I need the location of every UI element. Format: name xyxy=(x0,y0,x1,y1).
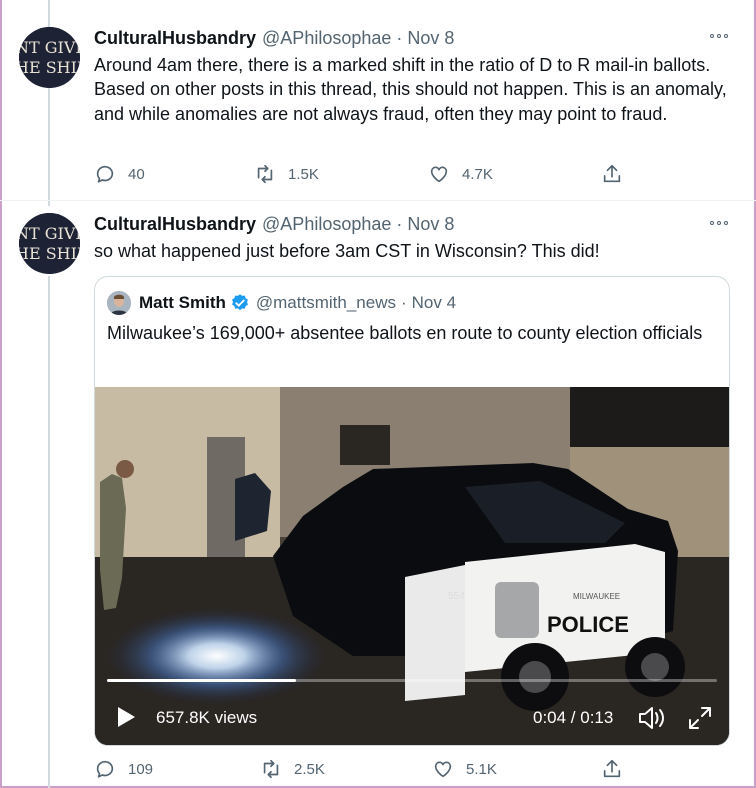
retweet-icon xyxy=(263,759,279,779)
tweet[interactable]: NT GIVE HE SHIP CulturalHusbandry @APhil… xyxy=(0,200,756,788)
like-button[interactable]: 5.1K xyxy=(432,758,497,780)
video-frame: POLICE MILWAUKEE 554 xyxy=(95,387,729,745)
tweet[interactable]: NT GIVE HE SHIP CulturalHusbandry @APhil… xyxy=(0,0,756,200)
avatar-text-line: HE SHIP xyxy=(19,58,80,77)
tweet-date[interactable]: Nov 4 xyxy=(412,293,456,313)
heart-icon xyxy=(434,761,452,778)
quoted-tweet-text: Milwaukee’s 169,000+ absentee ballots en… xyxy=(107,323,703,343)
avatar-text-line: HE SHIP xyxy=(19,244,80,263)
avatar[interactable]: NT GIVE HE SHIP xyxy=(19,27,80,88)
avatar-text-line: NT GIVE xyxy=(19,38,80,57)
display-name[interactable]: Matt Smith xyxy=(139,293,226,313)
quoted-tweet[interactable]: Matt Smith @mattsmith_news · Nov 4 Milwa… xyxy=(94,276,730,746)
tweet-text: Around 4am there, there is a marked shif… xyxy=(94,55,727,124)
retweet-button[interactable]: 1.5K xyxy=(254,163,319,185)
username-handle[interactable]: @APhilosophae xyxy=(262,28,391,49)
reply-icon xyxy=(96,165,114,183)
quoted-tweet-header: Matt Smith @mattsmith_news · Nov 4 xyxy=(107,290,456,316)
view-count: 657.8K views xyxy=(156,708,258,727)
tweet-text: so what happened just before 3am CST in … xyxy=(94,241,600,261)
fullscreen-icon[interactable] xyxy=(687,705,713,731)
video-controls: 657.8K views 0:04 / 0:13 xyxy=(95,697,729,737)
heart-icon xyxy=(430,166,448,183)
retweet-count: 2.5K xyxy=(294,760,325,778)
video-time: 0:04 / 0:13 xyxy=(533,708,614,727)
username-handle[interactable]: @APhilosophae xyxy=(262,214,391,235)
retweet-button[interactable]: 2.5K xyxy=(260,758,325,780)
retweet-count: 1.5K xyxy=(288,165,319,183)
play-icon[interactable] xyxy=(115,705,137,729)
police-car-city: MILWAUKEE xyxy=(573,592,620,601)
separator-dot: · xyxy=(400,293,407,312)
more-options-icon[interactable] xyxy=(708,28,730,44)
reply-button[interactable]: 109 xyxy=(94,758,153,780)
share-button[interactable] xyxy=(601,163,623,185)
video-player[interactable]: POLICE MILWAUKEE 554 657.8K views 0:04 /… xyxy=(95,387,729,745)
volume-icon[interactable] xyxy=(637,704,667,732)
video-progress-bar[interactable] xyxy=(107,679,717,682)
reply-button[interactable]: 40 xyxy=(94,163,145,185)
like-button[interactable]: 4.7K xyxy=(428,163,493,185)
video-progress-fill xyxy=(107,679,297,682)
verified-badge-icon xyxy=(231,294,248,311)
more-options-icon[interactable] xyxy=(708,215,730,231)
avatar-text-line: NT GIVE xyxy=(19,224,80,243)
tweet-date[interactable]: Nov 8 xyxy=(407,28,454,49)
display-name[interactable]: CulturalHusbandry xyxy=(94,28,256,49)
reply-icon xyxy=(96,760,114,778)
tweet-actions: 40 1.5K 4.7K xyxy=(94,163,634,189)
tweet-actions: 109 2.5K 5.1K xyxy=(94,758,634,784)
tweet-date[interactable]: Nov 8 xyxy=(407,214,454,235)
like-count: 5.1K xyxy=(466,760,497,778)
avatar[interactable] xyxy=(107,291,131,315)
tweet-header: CulturalHusbandry @APhilosophae · Nov 8 xyxy=(94,26,454,50)
username-handle[interactable]: @mattsmith_news xyxy=(256,293,396,313)
retweet-icon xyxy=(257,164,273,184)
police-car-text: POLICE xyxy=(547,612,629,637)
display-name[interactable]: CulturalHusbandry xyxy=(94,214,256,235)
separator-dot: · xyxy=(396,213,403,234)
tweet-header: CulturalHusbandry @APhilosophae · Nov 8 xyxy=(94,212,454,236)
share-icon xyxy=(603,759,621,778)
avatar[interactable]: NT GIVE HE SHIP xyxy=(19,213,80,274)
reply-count: 40 xyxy=(128,165,145,183)
share-icon xyxy=(603,164,621,183)
separator-dot: · xyxy=(396,27,403,48)
reply-count: 109 xyxy=(128,760,154,778)
share-button[interactable] xyxy=(601,758,623,780)
like-count: 4.7K xyxy=(462,165,493,183)
police-car-number: 554 xyxy=(448,591,465,602)
